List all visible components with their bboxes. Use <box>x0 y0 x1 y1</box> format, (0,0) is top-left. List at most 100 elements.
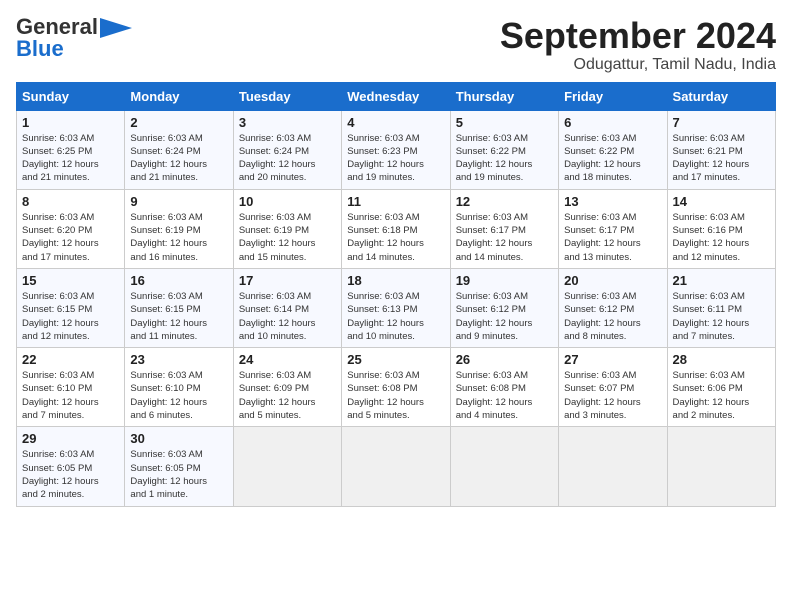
day-info: Sunrise: 6:03 AMSunset: 6:19 PMDaylight:… <box>130 211 227 264</box>
day-number: 19 <box>456 273 553 288</box>
day-cell-2: 2 Sunrise: 6:03 AMSunset: 6:24 PMDaylight… <box>125 110 233 189</box>
day-cell-28: 28 Sunrise: 6:03 AMSunset: 6:06 PMDayligh… <box>667 348 775 427</box>
day-info: Sunrise: 6:03 AMSunset: 6:22 PMDaylight:… <box>564 132 661 185</box>
day-info: Sunrise: 6:03 AMSunset: 6:15 PMDaylight:… <box>22 290 119 343</box>
day-number: 22 <box>22 352 119 367</box>
day-info: Sunrise: 6:03 AMSunset: 6:19 PMDaylight:… <box>239 211 336 264</box>
day-number: 27 <box>564 352 661 367</box>
day-info: Sunrise: 6:03 AMSunset: 6:07 PMDaylight:… <box>564 369 661 422</box>
day-cell-20: 20Sunrise: 6:03 AMSunset: 6:12 PMDayligh… <box>559 268 667 347</box>
day-cell-22: 22 Sunrise: 6:03 AMSunset: 6:10 PMDayligh… <box>17 348 125 427</box>
header-wednesday: Wednesday <box>342 82 450 110</box>
day-cell-18: 18 Sunrise: 6:03 AMSunset: 6:13 PMDayligh… <box>342 268 450 347</box>
day-cell-3: 3 Sunrise: 6:03 AMSunset: 6:24 PMDaylight… <box>233 110 341 189</box>
day-info: Sunrise: 6:03 AMSunset: 6:10 PMDaylight:… <box>130 369 227 422</box>
header-friday: Friday <box>559 82 667 110</box>
day-cell-25: 25Sunrise: 6:03 AMSunset: 6:08 PMDayligh… <box>342 348 450 427</box>
header-saturday: Saturday <box>667 82 775 110</box>
day-cell-1: 1 Sunrise: 6:03 AMSunset: 6:25 PMDaylight… <box>17 110 125 189</box>
day-number: 13 <box>564 194 661 209</box>
title-block: September 2024 Odugattur, Tamil Nadu, In… <box>500 16 776 74</box>
empty-cell <box>342 427 450 506</box>
day-number: 24 <box>239 352 336 367</box>
day-info: Sunrise: 6:03 AMSunset: 6:24 PMDaylight:… <box>239 132 336 185</box>
day-info: Sunrise: 6:03 AMSunset: 6:17 PMDaylight:… <box>564 211 661 264</box>
day-info: Sunrise: 6:03 AMSunset: 6:08 PMDaylight:… <box>347 369 444 422</box>
day-cell-23: 23 Sunrise: 6:03 AMSunset: 6:10 PMDayligh… <box>125 348 233 427</box>
day-number: 23 <box>130 352 227 367</box>
day-cell-16: 16Sunrise: 6:03 AMSunset: 6:15 PMDayligh… <box>125 268 233 347</box>
header-monday: Monday <box>125 82 233 110</box>
day-number: 29 <box>22 431 119 446</box>
day-info: Sunrise: 6:03 AMSunset: 6:06 PMDaylight:… <box>673 369 770 422</box>
calendar-table: Sunday Monday Tuesday Wednesday Thursday… <box>16 82 776 507</box>
day-cell-11: 11 Sunrise: 6:03 AMSunset: 6:18 PMDayligh… <box>342 189 450 268</box>
day-info: Sunrise: 6:03 AMSunset: 6:05 PMDaylight:… <box>22 448 119 501</box>
day-number: 28 <box>673 352 770 367</box>
day-cell-17: 17Sunrise: 6:03 AMSunset: 6:14 PMDayligh… <box>233 268 341 347</box>
day-number: 12 <box>456 194 553 209</box>
day-info: Sunrise: 6:03 AMSunset: 6:21 PMDaylight:… <box>673 132 770 185</box>
day-cell-19: 19 Sunrise: 6:03 AMSunset: 6:12 PMDayligh… <box>450 268 558 347</box>
day-number: 17 <box>239 273 336 288</box>
day-number: 2 <box>130 115 227 130</box>
day-number: 1 <box>22 115 119 130</box>
day-number: 11 <box>347 194 444 209</box>
day-number: 18 <box>347 273 444 288</box>
week-row-2: 8 Sunrise: 6:03 AMSunset: 6:20 PMDaylight… <box>17 189 776 268</box>
day-info: Sunrise: 6:03 AMSunset: 6:12 PMDaylight:… <box>456 290 553 343</box>
logo: General Blue <box>16 16 132 60</box>
day-cell-24: 24Sunrise: 6:03 AMSunset: 6:09 PMDayligh… <box>233 348 341 427</box>
day-number: 10 <box>239 194 336 209</box>
day-info: Sunrise: 6:03 AMSunset: 6:10 PMDaylight:… <box>22 369 119 422</box>
day-cell-4: 4Sunrise: 6:03 AMSunset: 6:23 PMDaylight… <box>342 110 450 189</box>
page-header: General Blue September 2024 Odugattur, T… <box>16 16 776 74</box>
day-number: 15 <box>22 273 119 288</box>
empty-cell <box>450 427 558 506</box>
day-info: Sunrise: 6:03 AMSunset: 6:20 PMDaylight:… <box>22 211 119 264</box>
header-tuesday: Tuesday <box>233 82 341 110</box>
week-row-5: 29 Sunrise: 6:03 AMSunset: 6:05 PMDayligh… <box>17 427 776 506</box>
day-cell-15: 15 Sunrise: 6:03 AMSunset: 6:15 PMDayligh… <box>17 268 125 347</box>
day-info: Sunrise: 6:03 AMSunset: 6:11 PMDaylight:… <box>673 290 770 343</box>
location-title: Odugattur, Tamil Nadu, India <box>500 56 776 74</box>
month-title: September 2024 <box>500 16 776 56</box>
day-cell-26: 26 Sunrise: 6:03 AMSunset: 6:08 PMDayligh… <box>450 348 558 427</box>
day-cell-10: 10 Sunrise: 6:03 AMSunset: 6:19 PMDayligh… <box>233 189 341 268</box>
day-cell-27: 27 Sunrise: 6:03 AMSunset: 6:07 PMDayligh… <box>559 348 667 427</box>
day-info: Sunrise: 6:03 AMSunset: 6:08 PMDaylight:… <box>456 369 553 422</box>
empty-cell <box>233 427 341 506</box>
day-number: 14 <box>673 194 770 209</box>
day-cell-21: 21Sunrise: 6:03 AMSunset: 6:11 PMDayligh… <box>667 268 775 347</box>
day-info: Sunrise: 6:03 AMSunset: 6:05 PMDaylight:… <box>130 448 227 501</box>
day-number: 3 <box>239 115 336 130</box>
day-cell-29: 29 Sunrise: 6:03 AMSunset: 6:05 PMDayligh… <box>17 427 125 506</box>
logo-text: General <box>16 16 98 38</box>
week-row-3: 15 Sunrise: 6:03 AMSunset: 6:15 PMDayligh… <box>17 268 776 347</box>
day-cell-14: 14Sunrise: 6:03 AMSunset: 6:16 PMDayligh… <box>667 189 775 268</box>
day-info: Sunrise: 6:03 AMSunset: 6:17 PMDaylight:… <box>456 211 553 264</box>
day-cell-9: 9 Sunrise: 6:03 AMSunset: 6:19 PMDaylight… <box>125 189 233 268</box>
logo-blue-text: Blue <box>16 38 64 60</box>
day-number: 26 <box>456 352 553 367</box>
header-thursday: Thursday <box>450 82 558 110</box>
day-number: 30 <box>130 431 227 446</box>
weekday-header-row: Sunday Monday Tuesday Wednesday Thursday… <box>17 82 776 110</box>
day-info: Sunrise: 6:03 AMSunset: 6:24 PMDaylight:… <box>130 132 227 185</box>
day-number: 6 <box>564 115 661 130</box>
day-info: Sunrise: 6:03 AMSunset: 6:25 PMDaylight:… <box>22 132 119 185</box>
day-cell-12: 12 Sunrise: 6:03 AMSunset: 6:17 PMDayligh… <box>450 189 558 268</box>
empty-cell <box>667 427 775 506</box>
logo-arrow-icon <box>100 18 132 38</box>
day-number: 16 <box>130 273 227 288</box>
header-sunday: Sunday <box>17 82 125 110</box>
day-info: Sunrise: 6:03 AMSunset: 6:13 PMDaylight:… <box>347 290 444 343</box>
day-number: 7 <box>673 115 770 130</box>
day-info: Sunrise: 6:03 AMSunset: 6:18 PMDaylight:… <box>347 211 444 264</box>
day-number: 9 <box>130 194 227 209</box>
empty-cell <box>559 427 667 506</box>
week-row-4: 22 Sunrise: 6:03 AMSunset: 6:10 PMDayligh… <box>17 348 776 427</box>
day-cell-13: 13 Sunrise: 6:03 AMSunset: 6:17 PMDayligh… <box>559 189 667 268</box>
day-cell-6: 6 Sunrise: 6:03 AMSunset: 6:22 PMDaylight… <box>559 110 667 189</box>
day-number: 8 <box>22 194 119 209</box>
